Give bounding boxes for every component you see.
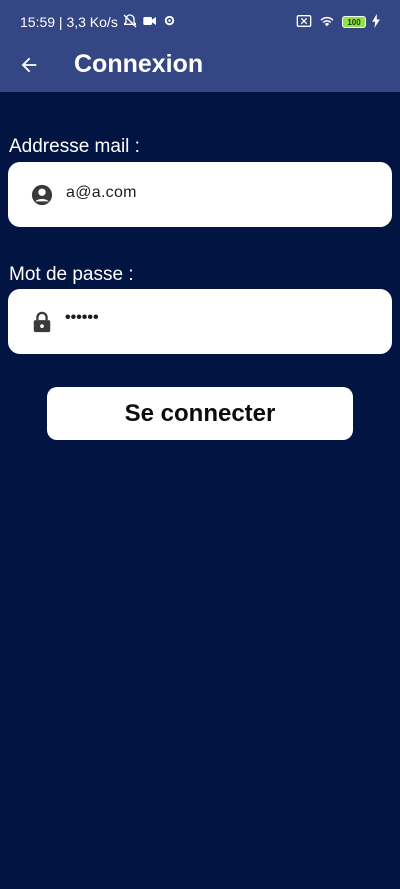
status-right: 100 [296, 13, 380, 31]
account-circle-icon [30, 183, 54, 207]
email-value: a@a.com [66, 184, 137, 201]
page-title: Connexion [74, 50, 204, 78]
arrow-left-icon [18, 54, 40, 81]
lock-icon [30, 310, 54, 334]
status-bar: 15:59 | 3,3 Ko/s 100 [0, 0, 400, 44]
back-button[interactable] [14, 52, 44, 82]
password-value: •••••• [65, 309, 99, 326]
password-label: Mot de passe : [9, 264, 134, 285]
password-field[interactable]: •••••• [8, 289, 392, 354]
status-left: 15:59 | 3,3 Ko/s [20, 13, 177, 32]
battery-level: 100 [342, 16, 366, 28]
bell-off-icon [122, 13, 138, 32]
battery-icon: 100 [342, 16, 366, 28]
wifi-icon [318, 14, 336, 31]
app-bar: Connexion [0, 44, 400, 92]
status-time-speed: 15:59 | 3,3 Ko/s [20, 14, 118, 30]
connect-button[interactable]: Se connecter [47, 387, 353, 440]
gear-icon [162, 13, 177, 31]
video-icon [142, 13, 158, 32]
sim-off-icon [296, 14, 312, 31]
email-label: Addresse mail : [9, 136, 140, 157]
email-field[interactable]: a@a.com [8, 162, 392, 227]
charging-icon [372, 13, 380, 31]
